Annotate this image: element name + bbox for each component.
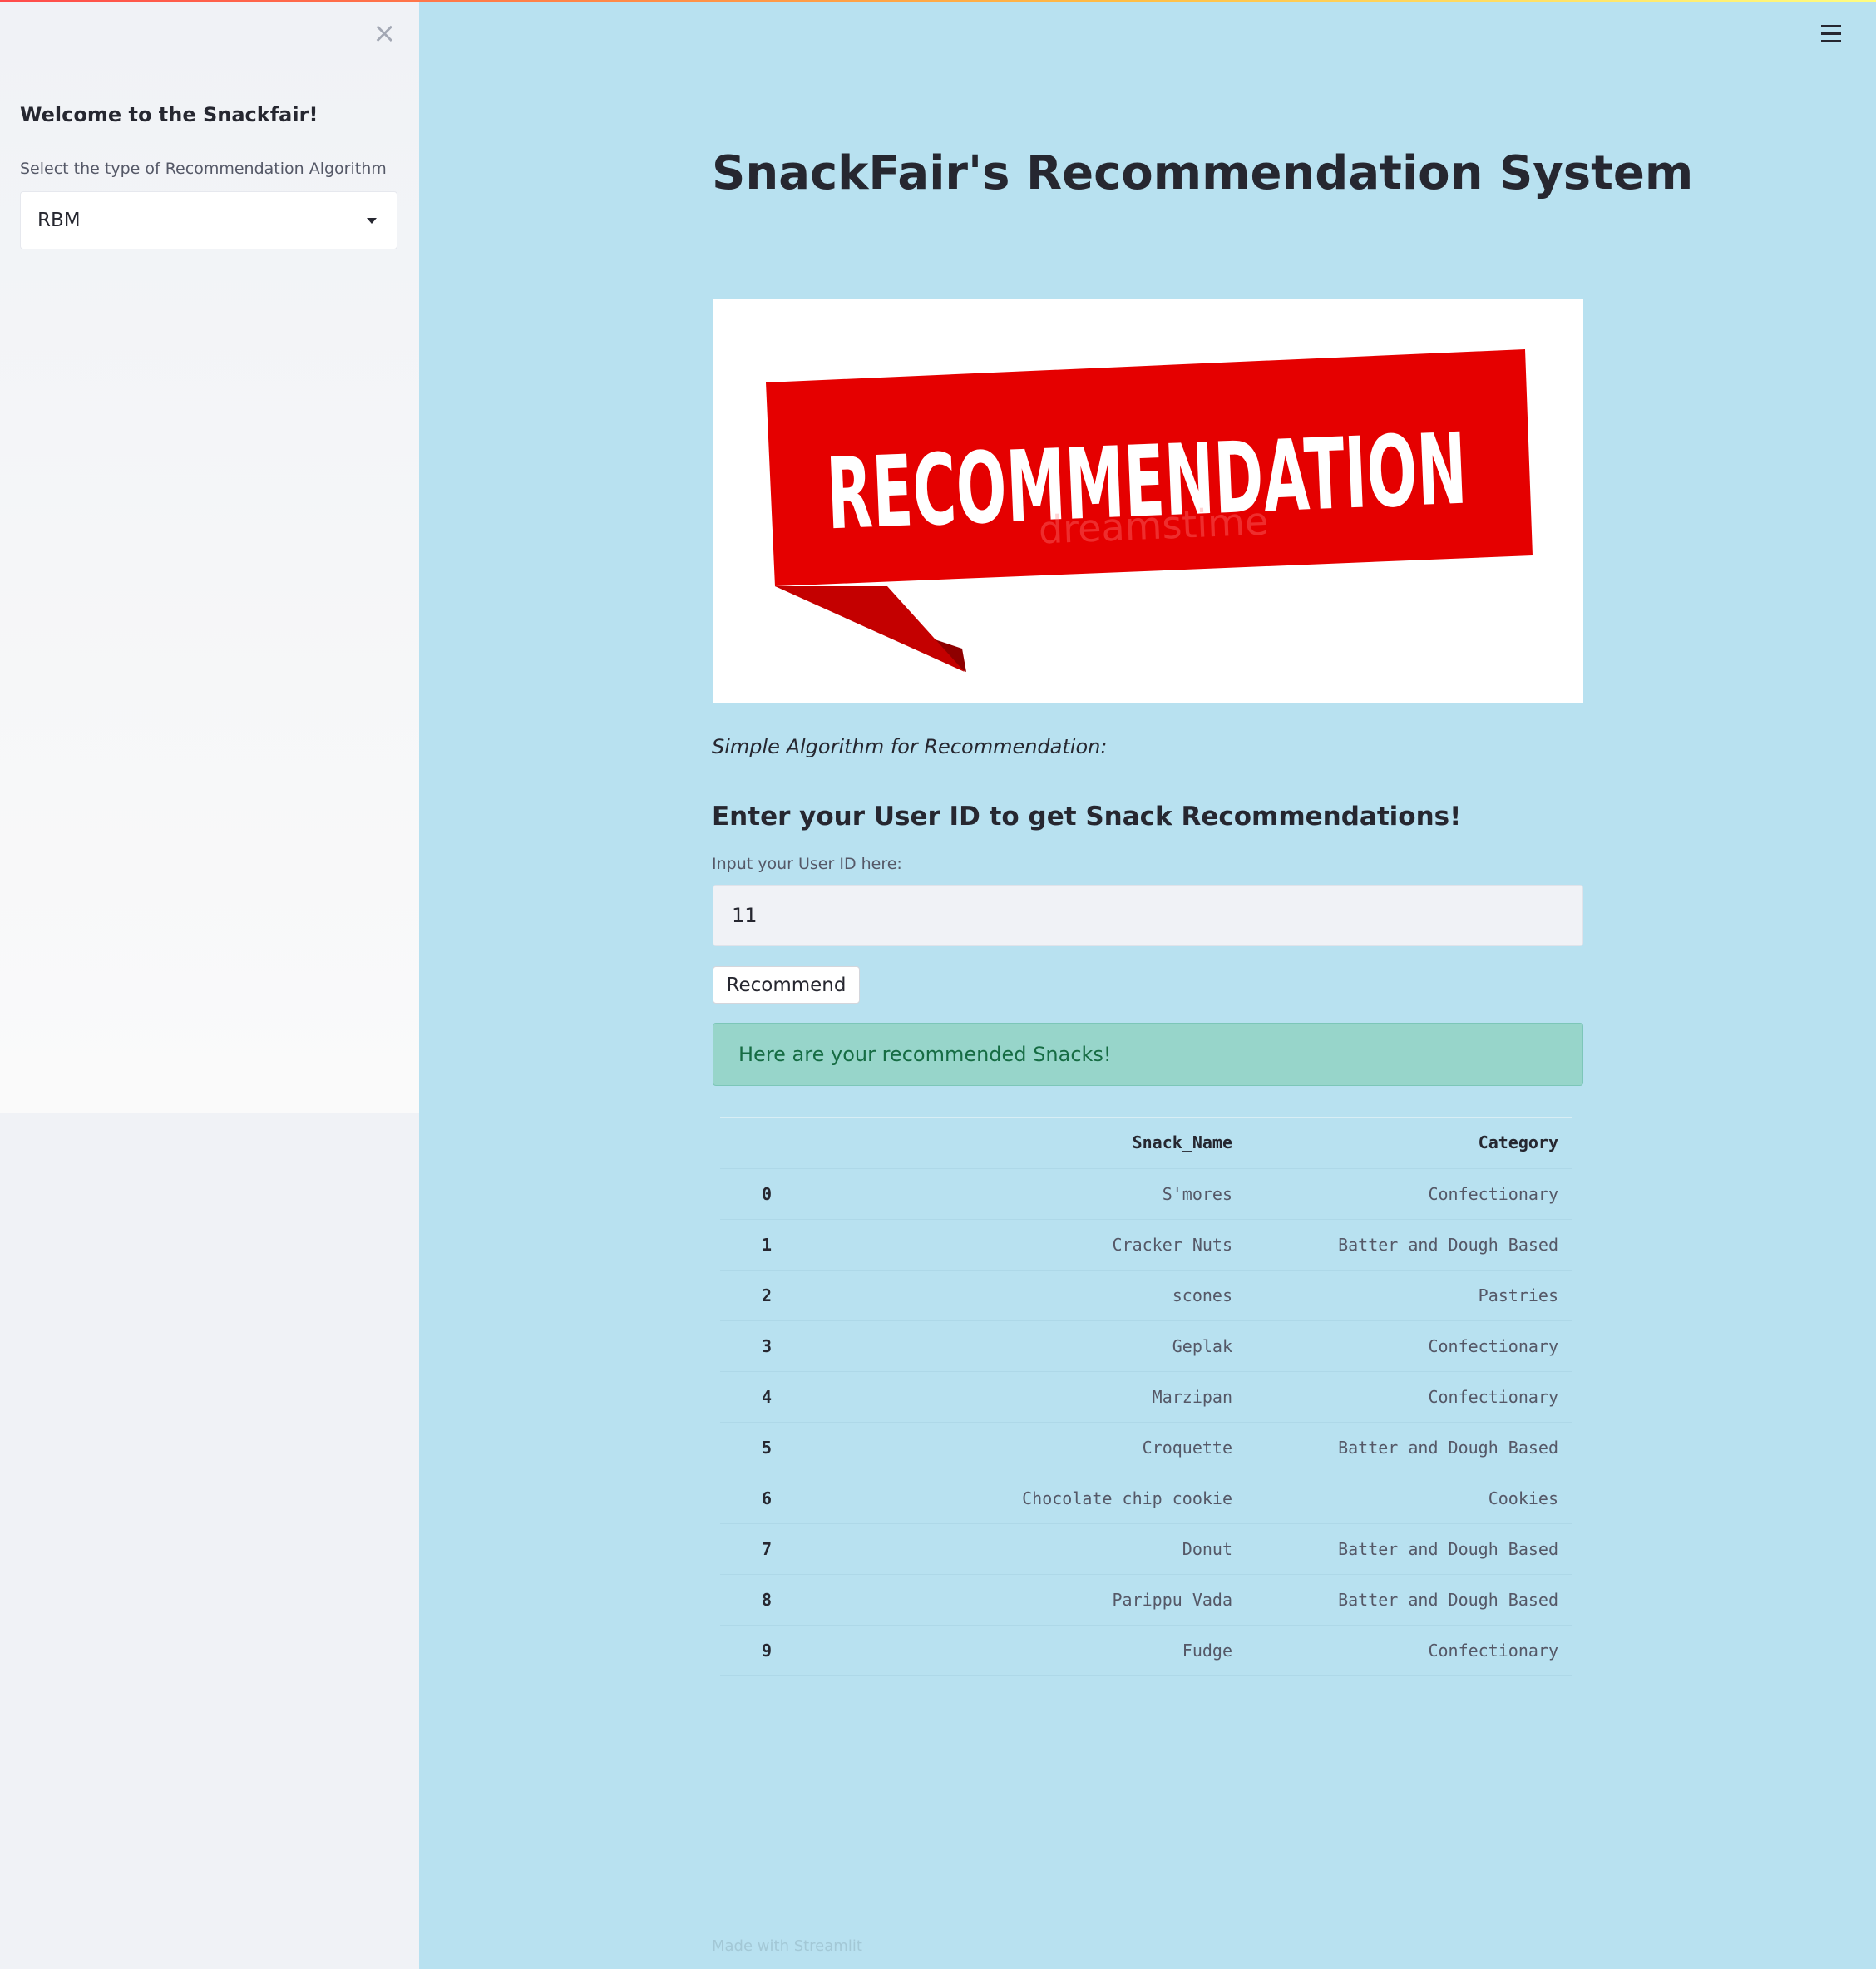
table-row: 1 Cracker Nuts Batter and Dough Based — [720, 1219, 1572, 1271]
category-cell: Confectionary — [1232, 1320, 1572, 1372]
category-cell: Confectionary — [1232, 1168, 1572, 1220]
snack-name-cell: Cracker Nuts — [795, 1219, 1232, 1271]
snack-name-cell: S'mores — [795, 1168, 1232, 1220]
banner-graphic: RECOMMENDATION dreamstime — [713, 299, 1583, 703]
user-id-input[interactable]: 11 — [713, 885, 1583, 946]
snack-name-cell: Parippu Vada — [795, 1574, 1232, 1626]
table-row: 9 Fudge Confectionary — [720, 1625, 1572, 1676]
algorithm-select-value: RBM — [37, 210, 81, 231]
snack-name-cell: Geplak — [795, 1320, 1232, 1372]
table-row: 7 Donut Batter and Dough Based — [720, 1523, 1572, 1575]
snack-name-cell: Chocolate chip cookie — [795, 1473, 1232, 1524]
table-row: 2 scones Pastries — [720, 1270, 1572, 1321]
table-header-index — [720, 1118, 795, 1169]
row-index: 7 — [720, 1523, 795, 1575]
snack-name-cell: Donut — [795, 1523, 1232, 1575]
row-index: 2 — [720, 1270, 795, 1321]
recommendation-banner-image: RECOMMENDATION dreamstime — [713, 299, 1583, 703]
snack-name-cell: scones — [795, 1270, 1232, 1321]
table-header-category: Category — [1232, 1118, 1572, 1169]
snack-name-cell: Marzipan — [795, 1371, 1232, 1423]
table-header-snack-name: Snack_Name — [795, 1118, 1232, 1169]
banner-watermark: dreamstime — [1038, 498, 1269, 552]
table-row: 0 S'mores Confectionary — [720, 1168, 1572, 1220]
table-row: 4 Marzipan Confectionary — [720, 1371, 1572, 1423]
row-index: 3 — [720, 1320, 795, 1372]
category-cell: Batter and Dough Based — [1232, 1523, 1572, 1575]
made-with-streamlit-link[interactable]: Made with Streamlit — [712, 1937, 862, 1955]
recommend-button[interactable]: Recommend — [713, 966, 860, 1004]
sidebar-title: Welcome to the Snackfair! — [20, 103, 318, 126]
close-sidebar-icon[interactable]: × — [373, 19, 397, 47]
top-decoration-stripe — [0, 0, 1876, 2]
category-cell: Confectionary — [1232, 1371, 1572, 1423]
chevron-down-icon — [367, 218, 377, 224]
row-index: 8 — [720, 1574, 795, 1626]
sidebar: × Welcome to the Snackfair! Select the t… — [0, 0, 419, 1969]
table-row: 8 Parippu Vada Batter and Dough Based — [720, 1574, 1572, 1626]
page-title: SnackFair's Recommendation System — [712, 146, 1694, 200]
category-cell: Cookies — [1232, 1473, 1572, 1524]
row-index: 6 — [720, 1473, 795, 1524]
category-cell: Batter and Dough Based — [1232, 1422, 1572, 1473]
row-index: 5 — [720, 1422, 795, 1473]
row-index: 4 — [720, 1371, 795, 1423]
category-cell: Batter and Dough Based — [1232, 1219, 1572, 1271]
table-header-row: Snack_Name Category — [720, 1118, 1572, 1169]
table-row: 6 Chocolate chip cookie Cookies — [720, 1473, 1572, 1524]
snack-name-cell: Croquette — [795, 1422, 1232, 1473]
snack-name-cell: Fudge — [795, 1625, 1232, 1676]
success-alert: Here are your recommended Snacks! — [713, 1023, 1583, 1086]
table-row: 5 Croquette Batter and Dough Based — [720, 1422, 1572, 1473]
user-id-label: Input your User ID here: — [712, 855, 902, 873]
row-index: 1 — [720, 1219, 795, 1271]
row-index: 9 — [720, 1625, 795, 1676]
algorithm-select[interactable]: RBM — [20, 191, 397, 249]
user-id-heading: Enter your User ID to get Snack Recommen… — [712, 802, 1462, 832]
table-row: 3 Geplak Confectionary — [720, 1320, 1572, 1372]
category-cell: Confectionary — [1232, 1625, 1572, 1676]
row-index: 0 — [720, 1168, 795, 1220]
hamburger-menu-icon[interactable] — [1821, 25, 1841, 43]
algorithm-select-label: Select the type of Recommendation Algori… — [20, 160, 387, 178]
recommendations-table: Snack_Name Category 0 S'mores Confection… — [720, 1117, 1572, 1676]
category-cell: Batter and Dough Based — [1232, 1574, 1572, 1626]
category-cell: Pastries — [1232, 1270, 1572, 1321]
algorithm-caption: Simple Algorithm for Recommendation: — [712, 735, 1108, 758]
